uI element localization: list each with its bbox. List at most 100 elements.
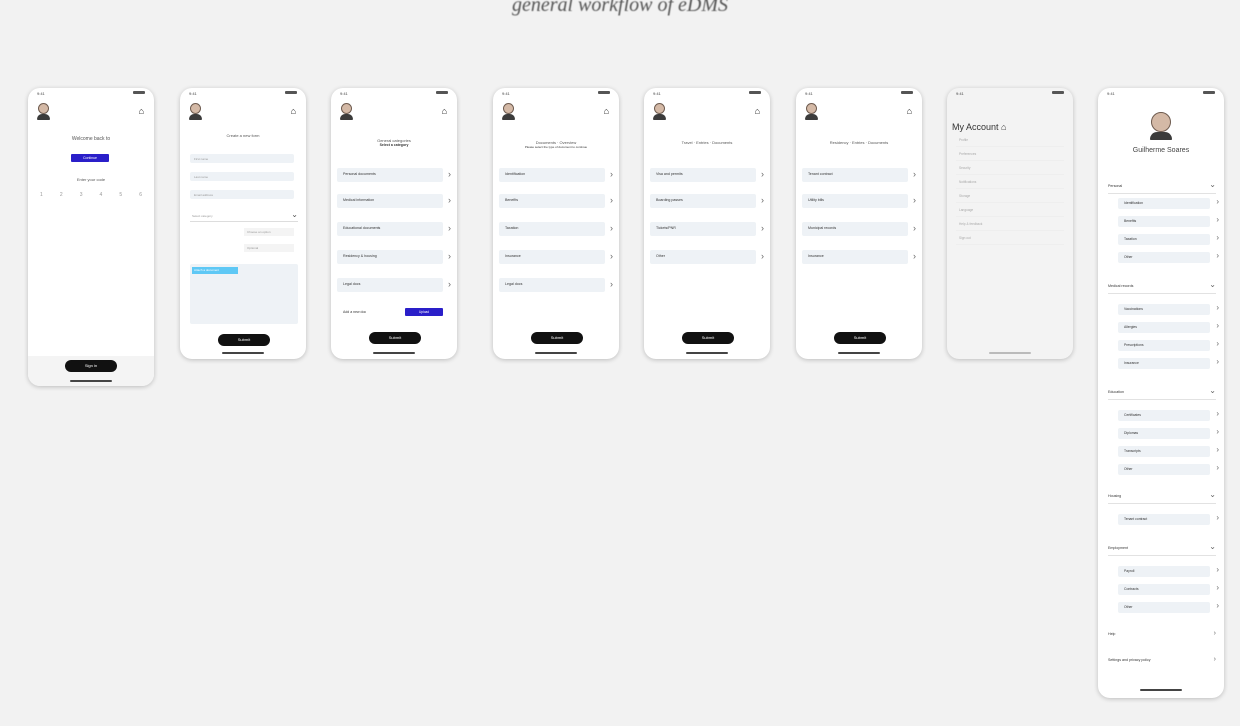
account-item[interactable]: Profile <box>956 134 1064 147</box>
submit-button[interactable]: Submit <box>682 332 734 344</box>
code-digit[interactable]: 4 <box>100 192 103 198</box>
residency-row[interactable]: Municipal records › <box>802 222 916 236</box>
first-name-field[interactable]: First name <box>190 154 294 163</box>
submit-button[interactable]: Submit <box>218 334 270 346</box>
section-personal[interactable]: Personal ⌄ <box>1108 180 1216 194</box>
document-row[interactable]: Taxation › <box>499 222 613 236</box>
battery-icon <box>1203 91 1215 94</box>
profile-item[interactable]: Insurance › <box>1118 357 1219 369</box>
home-icon[interactable]: ⌂ <box>755 107 760 116</box>
code-digit[interactable]: 6 <box>139 192 142 198</box>
profile-item[interactable]: Transcripts › <box>1118 445 1219 457</box>
item-label: Sign out <box>959 236 971 240</box>
account-item[interactable]: Help & feedback <box>956 218 1064 231</box>
profile-item[interactable]: Certificates › <box>1118 409 1219 421</box>
travel-row[interactable]: Visa and permits › <box>650 168 764 182</box>
submit-button[interactable]: Submit <box>369 332 421 344</box>
signin-button[interactable]: Sign in <box>65 360 117 372</box>
avatar[interactable] <box>37 103 50 120</box>
account-item[interactable]: Security <box>956 162 1064 175</box>
home-icon[interactable]: ⌂ <box>139 107 144 116</box>
code-digits[interactable]: 1 2 3 4 5 6 <box>40 192 142 198</box>
attachment-area[interactable]: Attach a document <box>190 264 298 324</box>
email-field[interactable]: Email address <box>190 190 294 199</box>
submit-button[interactable]: Submit <box>531 332 583 344</box>
last-name-field[interactable]: Last name <box>190 172 294 181</box>
upload-button[interactable]: Upload <box>405 308 443 316</box>
code-digit[interactable]: 2 <box>60 192 63 198</box>
residency-row[interactable]: Insurance › <box>802 250 916 264</box>
status-time: 9:41 <box>653 91 661 96</box>
account-item[interactable]: Notifications <box>956 176 1064 189</box>
avatar[interactable] <box>653 103 666 120</box>
category-row[interactable]: Personal documents › <box>337 168 451 182</box>
home-icon[interactable]: ⌂ <box>604 107 609 116</box>
row-label: Tickets/PNR <box>656 226 676 230</box>
section-education[interactable]: Education ⌄ <box>1108 386 1216 400</box>
profile-item[interactable]: Other › <box>1118 601 1219 613</box>
chevron-right-icon: › <box>610 195 613 205</box>
code-digit[interactable]: 1 <box>40 192 43 198</box>
residency-row[interactable]: Utility bills › <box>802 194 916 208</box>
submit-button[interactable]: Submit <box>834 332 886 344</box>
chevron-right-icon: › <box>761 169 764 179</box>
avatar[interactable] <box>189 103 202 120</box>
document-row[interactable]: Legal docs › <box>499 278 613 292</box>
profile-item[interactable]: Contracts › <box>1118 583 1219 595</box>
profile-item[interactable]: Diplomas › <box>1118 427 1219 439</box>
profile-item[interactable]: Other › <box>1118 463 1219 475</box>
category-row[interactable]: Legal docs › <box>337 278 451 292</box>
profile-item[interactable]: Allergies › <box>1118 321 1219 333</box>
profile-item[interactable]: Vaccinations › <box>1118 303 1219 315</box>
code-digit[interactable]: 5 <box>119 192 122 198</box>
continue-button[interactable]: Continue <box>71 154 109 162</box>
section-housing[interactable]: Housing ⌄ <box>1108 490 1216 504</box>
residency-row[interactable]: Tenant contract › <box>802 168 916 182</box>
document-row[interactable]: Benefits › <box>499 194 613 208</box>
settings-link[interactable]: Settings and privacy policy › <box>1108 654 1216 667</box>
profile-item[interactable]: Identification › <box>1118 197 1219 209</box>
battery-icon <box>598 91 610 94</box>
account-item[interactable]: Sign out <box>956 232 1064 245</box>
profile-item[interactable]: Tenant contract › <box>1118 513 1219 525</box>
code-digit[interactable]: 3 <box>80 192 83 198</box>
avatar[interactable] <box>340 103 353 120</box>
home-icon[interactable]: ⌂ <box>907 107 912 116</box>
avatar[interactable] <box>805 103 818 120</box>
section-employment[interactable]: Employment ⌄ <box>1108 542 1216 556</box>
option-field[interactable]: Choose an option <box>244 228 294 236</box>
account-item[interactable]: Language <box>956 204 1064 217</box>
battery-icon <box>436 91 448 94</box>
status-bar: 9:41 <box>189 91 297 96</box>
item-label: Identification <box>1124 201 1144 205</box>
travel-row[interactable]: Boarding passes › <box>650 194 764 208</box>
home-icon[interactable]: ⌂ <box>442 107 447 116</box>
attach-chip[interactable]: Attach a document <box>192 267 238 274</box>
document-row[interactable]: Identification › <box>499 168 613 182</box>
profile-item[interactable]: Taxation › <box>1118 233 1219 245</box>
chevron-right-icon: › <box>1216 233 1219 242</box>
avatar[interactable] <box>502 103 515 120</box>
optional-field[interactable]: Optional <box>244 244 294 252</box>
account-item[interactable]: Preferences <box>956 148 1064 161</box>
profile-item[interactable]: Other › <box>1118 251 1219 263</box>
category-select[interactable]: Select category ⌄ <box>190 210 298 222</box>
category-row[interactable]: Educational documents › <box>337 222 451 236</box>
section-medical[interactable]: Medical records ⌄ <box>1108 280 1216 294</box>
document-row[interactable]: Insurance › <box>499 250 613 264</box>
help-link[interactable]: Help › <box>1108 628 1216 641</box>
status-time: 9:41 <box>37 91 45 96</box>
chevron-right-icon: › <box>448 251 451 261</box>
profile-item[interactable]: Payroll › <box>1118 565 1219 577</box>
profile-avatar[interactable] <box>1150 112 1172 140</box>
category-row[interactable]: Medical information › <box>337 194 451 208</box>
account-item[interactable]: Storage <box>956 190 1064 203</box>
travel-row[interactable]: Tickets/PNR › <box>650 222 764 236</box>
category-row[interactable]: Residency & housing › <box>337 250 451 264</box>
home-icon[interactable]: ⌂ <box>1001 122 1006 132</box>
travel-row[interactable]: Other › <box>650 250 764 264</box>
profile-item[interactable]: Prescriptions › <box>1118 339 1219 351</box>
item-label: Payroll <box>1124 569 1135 573</box>
home-icon[interactable]: ⌂ <box>291 107 296 116</box>
profile-item[interactable]: Benefits › <box>1118 215 1219 227</box>
